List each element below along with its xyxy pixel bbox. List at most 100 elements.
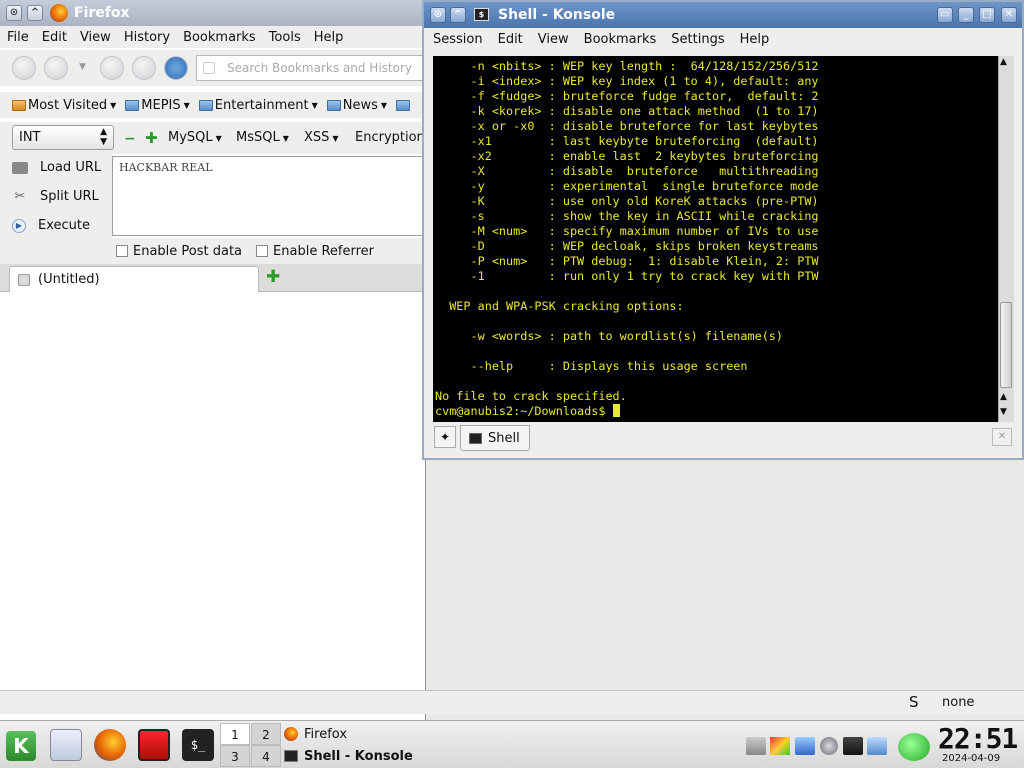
minimize-icon[interactable]: _ — [958, 7, 974, 23]
terminal-scrollbar[interactable]: ▲ ▲ ▼ — [998, 56, 1014, 422]
menu-view[interactable]: View — [73, 30, 117, 45]
mysql-menu[interactable]: MySQL ▼ — [168, 130, 222, 145]
chevron-down-icon: ▼ — [215, 134, 222, 143]
close-icon[interactable]: ✕ — [1001, 7, 1017, 23]
checkbox-box[interactable] — [116, 245, 128, 257]
mssql-label: MsSQL — [236, 130, 280, 145]
folder-icon[interactable] — [396, 99, 411, 111]
power-icon[interactable] — [898, 733, 930, 761]
firefox-titlebar[interactable]: ⊙ ^ Firefox — [0, 0, 426, 26]
back-icon[interactable] — [12, 56, 36, 80]
menu-help[interactable]: Help — [731, 32, 776, 47]
new-session-icon[interactable]: ✦ — [434, 426, 456, 448]
scroll-up-icon[interactable]: ▲ — [1000, 57, 1007, 67]
volume-muted-icon[interactable] — [746, 737, 766, 755]
terminal-line: -D : WEP decloak, skips broken keystream… — [435, 239, 819, 253]
enable-referrer-checkbox[interactable]: Enable Referrer — [256, 244, 374, 259]
chevron-down-icon: ▼ — [380, 100, 388, 110]
security-icon[interactable] — [820, 737, 838, 755]
terminal-line: -f <fudge> : bruteforce fudge factor, de… — [435, 89, 819, 103]
window-shade-icon[interactable]: ^ — [450, 7, 466, 23]
menu-tools[interactable]: Tools — [262, 30, 307, 45]
desktop-2[interactable]: 2 — [251, 723, 281, 745]
kde-menu-icon[interactable]: K — [6, 731, 36, 761]
desktop-3[interactable]: 3 — [220, 745, 250, 767]
firefox-launcher-icon[interactable] — [94, 729, 126, 761]
maximize-icon[interactable]: □ — [979, 7, 995, 23]
clock[interactable]: 22:51 — [938, 722, 1018, 755]
load-url-button[interactable]: Load URL — [12, 160, 101, 175]
menu-settings[interactable]: Settings — [662, 32, 730, 47]
menu-session[interactable]: Session — [424, 32, 489, 47]
window-shade-icon[interactable]: ^ — [27, 5, 43, 21]
menu-edit[interactable]: Edit — [489, 32, 529, 47]
bookmark-most-visited[interactable]: Most Visited ▼ — [12, 98, 116, 113]
window-menu-icon[interactable]: ⊙ — [6, 5, 22, 21]
terminal-line: -M <num> : specify maximum number of IVs… — [435, 224, 819, 238]
network-icon[interactable] — [843, 737, 863, 755]
encryption-menu[interactable]: Encryption — [355, 130, 425, 145]
load-url-icon — [12, 161, 28, 174]
mssql-menu[interactable]: MsSQL ▼ — [236, 130, 289, 145]
konsole-window: ⊙ ^ $ Shell - Konsole ▭ _ □ ✕ Session Ed… — [422, 0, 1024, 460]
desktop-4[interactable]: 4 — [251, 745, 281, 767]
page-content[interactable] — [0, 292, 425, 690]
close-session-icon[interactable]: ✕ — [992, 428, 1012, 446]
spinner-icon[interactable]: ▲ ▼ — [100, 127, 107, 147]
noscript-icon[interactable]: S — [909, 693, 919, 711]
increase-icon[interactable]: ✚ — [145, 129, 158, 147]
terminal-icon — [284, 750, 298, 762]
kde-taskbar: K $_ 1 2 3 4 Firefox Shell - Konsole — [0, 720, 1024, 768]
forward-icon[interactable] — [44, 56, 68, 80]
encoding-select[interactable]: INT ▲ ▼ — [12, 125, 114, 150]
history-dropdown-icon[interactable]: ▼ — [79, 62, 86, 72]
task-konsole[interactable]: Shell - Konsole — [284, 745, 413, 767]
decrease-icon[interactable]: − — [124, 131, 136, 147]
enable-post-checkbox[interactable]: Enable Post data — [116, 244, 242, 259]
tab-shell[interactable]: Shell — [460, 425, 530, 451]
konsole-titlebar[interactable]: ⊙ ^ $ Shell - Konsole ▭ _ □ ✕ — [424, 2, 1022, 28]
search-input[interactable]: Search Bookmarks and History — [196, 55, 430, 81]
window-menu-icon[interactable]: ⊙ — [430, 7, 446, 23]
menu-file[interactable]: File — [0, 30, 35, 45]
new-tab-icon[interactable]: ✚ — [266, 267, 280, 287]
menu-edit[interactable]: Edit — [35, 30, 73, 45]
split-url-button[interactable]: ✂ Split URL — [12, 189, 99, 204]
home-icon[interactable] — [164, 56, 188, 80]
tab-untitled[interactable]: (Untitled) — [9, 266, 259, 292]
xss-menu[interactable]: XSS ▼ — [304, 130, 339, 145]
display-icon[interactable] — [867, 737, 887, 755]
konsole-launcher-icon[interactable]: $_ — [182, 729, 214, 761]
terminal-line: -y : experimental single bruteforce mode — [435, 179, 819, 193]
split-url-label: Split URL — [40, 189, 99, 204]
clipboard-icon[interactable] — [795, 737, 815, 755]
desktop-1[interactable]: 1 — [220, 723, 250, 745]
hackbar-url-textarea[interactable]: HACKBAR REAL — [112, 156, 426, 236]
menu-view[interactable]: View — [529, 32, 575, 47]
bookmark-news[interactable]: News ▼ — [326, 98, 388, 113]
menu-history[interactable]: History — [117, 30, 176, 45]
terminal-line: -i <index> : WEP key index (1 to 4), def… — [435, 74, 819, 88]
screenshot-tool-icon[interactable] — [138, 729, 170, 761]
reload-icon[interactable] — [100, 56, 124, 80]
execute-button[interactable]: ▶ Execute — [12, 218, 90, 233]
text-editor-icon[interactable] — [50, 729, 82, 761]
scroll-down-icon[interactable]: ▼ — [1000, 407, 1007, 417]
scroll-up-icon[interactable]: ▲ — [1000, 392, 1007, 402]
scrollbar-thumb[interactable] — [1000, 302, 1012, 388]
menu-bookmarks[interactable]: Bookmarks — [575, 32, 663, 47]
checkbox-box[interactable] — [256, 245, 269, 257]
keep-above-icon[interactable]: ▭ — [937, 7, 953, 23]
terminal-prompt-line[interactable]: cvm@anubis2:~/Downloads$ — [435, 404, 996, 419]
package-updater-icon[interactable] — [770, 737, 790, 755]
terminal-output[interactable]: -n <nbits> : WEP key length : 64/128/152… — [433, 56, 998, 422]
bookmark-entertainment[interactable]: Entertainment ▼ — [198, 98, 318, 113]
execute-icon: ▶ — [12, 218, 26, 233]
task-firefox[interactable]: Firefox — [284, 723, 347, 745]
stop-icon[interactable] — [132, 56, 156, 80]
search-engine-icon[interactable] — [203, 62, 215, 74]
menu-bookmarks[interactable]: Bookmarks — [176, 30, 262, 45]
menu-help[interactable]: Help — [307, 30, 350, 45]
bookmark-mepis[interactable]: MEPIS ▼ — [125, 98, 190, 113]
